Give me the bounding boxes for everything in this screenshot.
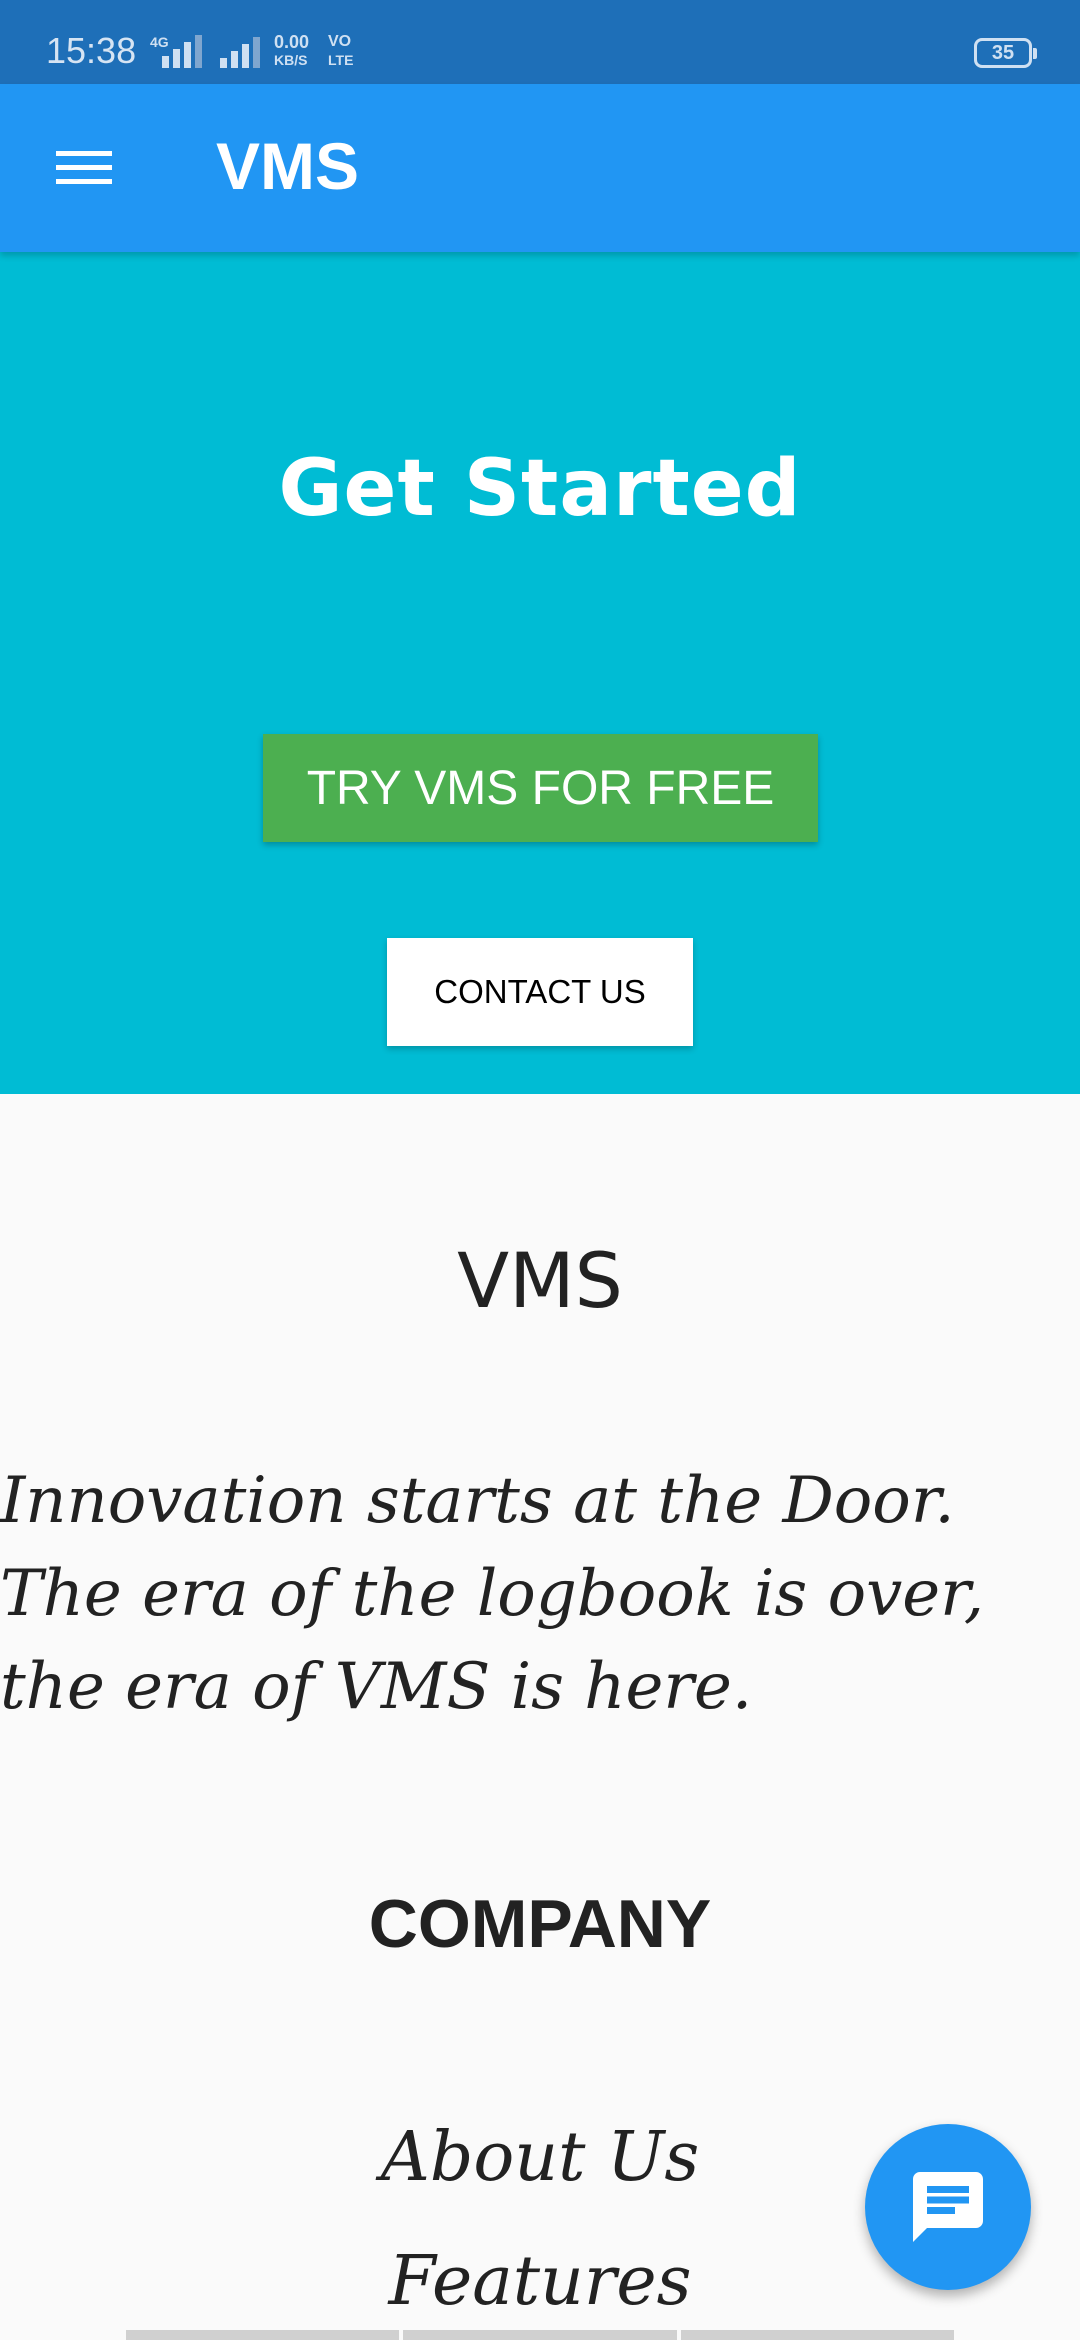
volte-label-top: VO <box>328 33 352 50</box>
signal-strength-icon-2 <box>220 37 260 68</box>
app-bar: VMS <box>0 84 1080 252</box>
hero-section: Get Started TRY VMS FOR FREE CONTACT US <box>0 252 1080 1094</box>
speed-value: 0.00 <box>274 32 310 52</box>
chat-message-icon <box>913 2172 983 2242</box>
speed-unit: KB/S <box>274 52 308 68</box>
tagline-text: Innovation starts at the Door. The era o… <box>0 1464 985 1724</box>
hero-title: Get Started <box>278 444 802 534</box>
signal-strength-icon-1 <box>162 35 202 68</box>
status-time: 15:38 <box>46 30 137 71</box>
try-free-button[interactable]: TRY VMS FOR FREE <box>263 734 818 842</box>
app-title: VMS <box>216 129 360 203</box>
company-heading: COMPANY <box>368 1886 712 1962</box>
battery-icon: 35 <box>974 38 1037 68</box>
volte-label-bottom: LTE <box>328 52 354 68</box>
contact-us-button[interactable]: CONTACT US <box>387 938 693 1046</box>
status-bar: 15:38 4G 0.00 KB/S VO LTE 35 <box>0 0 1080 84</box>
chat-fab-button[interactable] <box>865 2124 1031 2290</box>
about-heading: VMS <box>457 1236 623 1325</box>
bottom-navigation-hint <box>126 2330 954 2340</box>
battery-level: 35 <box>991 42 1015 64</box>
hamburger-menu-icon[interactable] <box>42 134 126 202</box>
